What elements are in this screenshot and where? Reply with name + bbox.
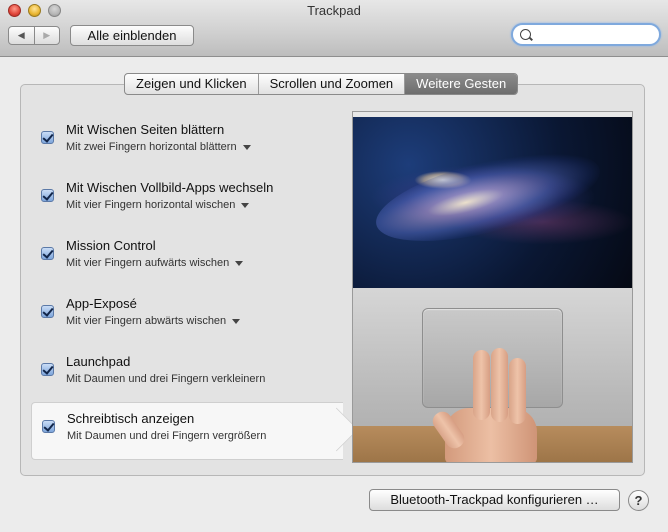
gesture-title: App-Exposé <box>66 296 137 311</box>
checkbox[interactable] <box>41 131 54 144</box>
gesture-option-popup[interactable]: Mit vier Fingern abwärts wischen <box>66 315 241 327</box>
search-input[interactable] <box>532 26 656 44</box>
gesture-subtitle: Mit zwei Fingern horizontal blättern <box>66 141 237 153</box>
gesture-subtitle: Mit Daumen und drei Fingern verkleinern <box>66 373 266 385</box>
galaxy-image <box>367 135 609 259</box>
dropdown-arrow-icon <box>241 202 250 208</box>
gesture-row-app-expose[interactable]: App-Exposé Mit vier Fingern abwärts wisc… <box>31 288 331 344</box>
configure-bluetooth-trackpad-button[interactable]: Bluetooth-Trackpad konfigurieren … <box>369 489 620 511</box>
gesture-subtitle: Mit vier Fingern aufwärts wischen <box>66 257 230 269</box>
finger-shape <box>491 348 508 422</box>
dropdown-arrow-icon <box>232 318 241 324</box>
window-title: Trackpad <box>307 3 361 18</box>
titlebar: Trackpad ◀ ▶ Alle einblenden <box>0 0 668 57</box>
dropdown-arrow-icon <box>235 260 244 266</box>
checkbox[interactable] <box>41 189 54 202</box>
gesture-preview-video <box>352 111 633 463</box>
checkbox[interactable] <box>42 420 55 433</box>
checkbox[interactable] <box>41 363 54 376</box>
back-forward-control: ◀ ▶ <box>8 26 60 45</box>
gesture-title: Mit Wischen Vollbild-Apps wechseln <box>66 180 274 195</box>
gesture-option-popup[interactable]: Mit vier Fingern aufwärts wischen <box>66 257 244 269</box>
trackpad-image <box>353 288 632 462</box>
search-field[interactable] <box>511 23 661 46</box>
tab-zeigen-und-klicken[interactable]: Zeigen und Klicken <box>125 74 258 94</box>
checkbox[interactable] <box>41 305 54 318</box>
gesture-row-vollbild-apps[interactable]: Mit Wischen Vollbild-Apps wechseln Mit v… <box>31 172 331 228</box>
gesture-subtitle: Mit vier Fingern horizontal wischen <box>66 199 236 211</box>
gesture-row-mission-control[interactable]: Mission Control Mit vier Fingern aufwärt… <box>31 230 331 286</box>
show-all-button[interactable]: Alle einblenden <box>70 25 194 46</box>
gesture-title: Mission Control <box>66 238 156 253</box>
finger-shape <box>473 350 490 420</box>
gesture-title: Mit Wischen Seiten blättern <box>66 122 225 137</box>
search-icon <box>520 29 531 40</box>
hand-image <box>429 348 553 462</box>
gesture-row-seiten-blaettern[interactable]: Mit Wischen Seiten blättern Mit zwei Fin… <box>31 114 331 170</box>
help-button[interactable]: ? <box>628 490 649 511</box>
trackpad-window: Trackpad ◀ ▶ Alle einblenden Zeigen und … <box>0 0 668 532</box>
dropdown-arrow-icon <box>242 144 251 150</box>
gesture-row-schreibtisch-anzeigen[interactable]: Schreibtisch anzeigen Mit Daumen und dre… <box>31 402 343 460</box>
gesture-subtitle: Mit Daumen und drei Fingern vergrößern <box>67 430 267 442</box>
tab-weitere-gesten[interactable]: Weitere Gesten <box>404 74 518 94</box>
back-arrow-icon[interactable]: ◀ <box>9 27 34 44</box>
desktop-wallpaper-image <box>353 112 632 288</box>
tab-bar: Zeigen und Klicken Scrollen und Zoomen W… <box>124 73 519 95</box>
checkbox[interactable] <box>41 247 54 260</box>
tab-scrollen-und-zoomen[interactable]: Scrollen und Zoomen <box>257 74 405 94</box>
gesture-row-launchpad[interactable]: Launchpad Mit Daumen und drei Fingern ve… <box>31 346 331 402</box>
gesture-option-popup[interactable]: Mit vier Fingern horizontal wischen <box>66 199 250 211</box>
gesture-title: Launchpad <box>66 354 131 369</box>
gesture-title: Schreibtisch anzeigen <box>67 411 195 426</box>
gesture-option-popup[interactable]: Mit zwei Fingern horizontal blättern <box>66 141 251 153</box>
gesture-subtitle: Mit vier Fingern abwärts wischen <box>66 315 227 327</box>
forward-arrow-icon[interactable]: ▶ <box>33 27 60 44</box>
finger-shape <box>509 358 526 424</box>
menu-bar-image <box>353 112 632 117</box>
